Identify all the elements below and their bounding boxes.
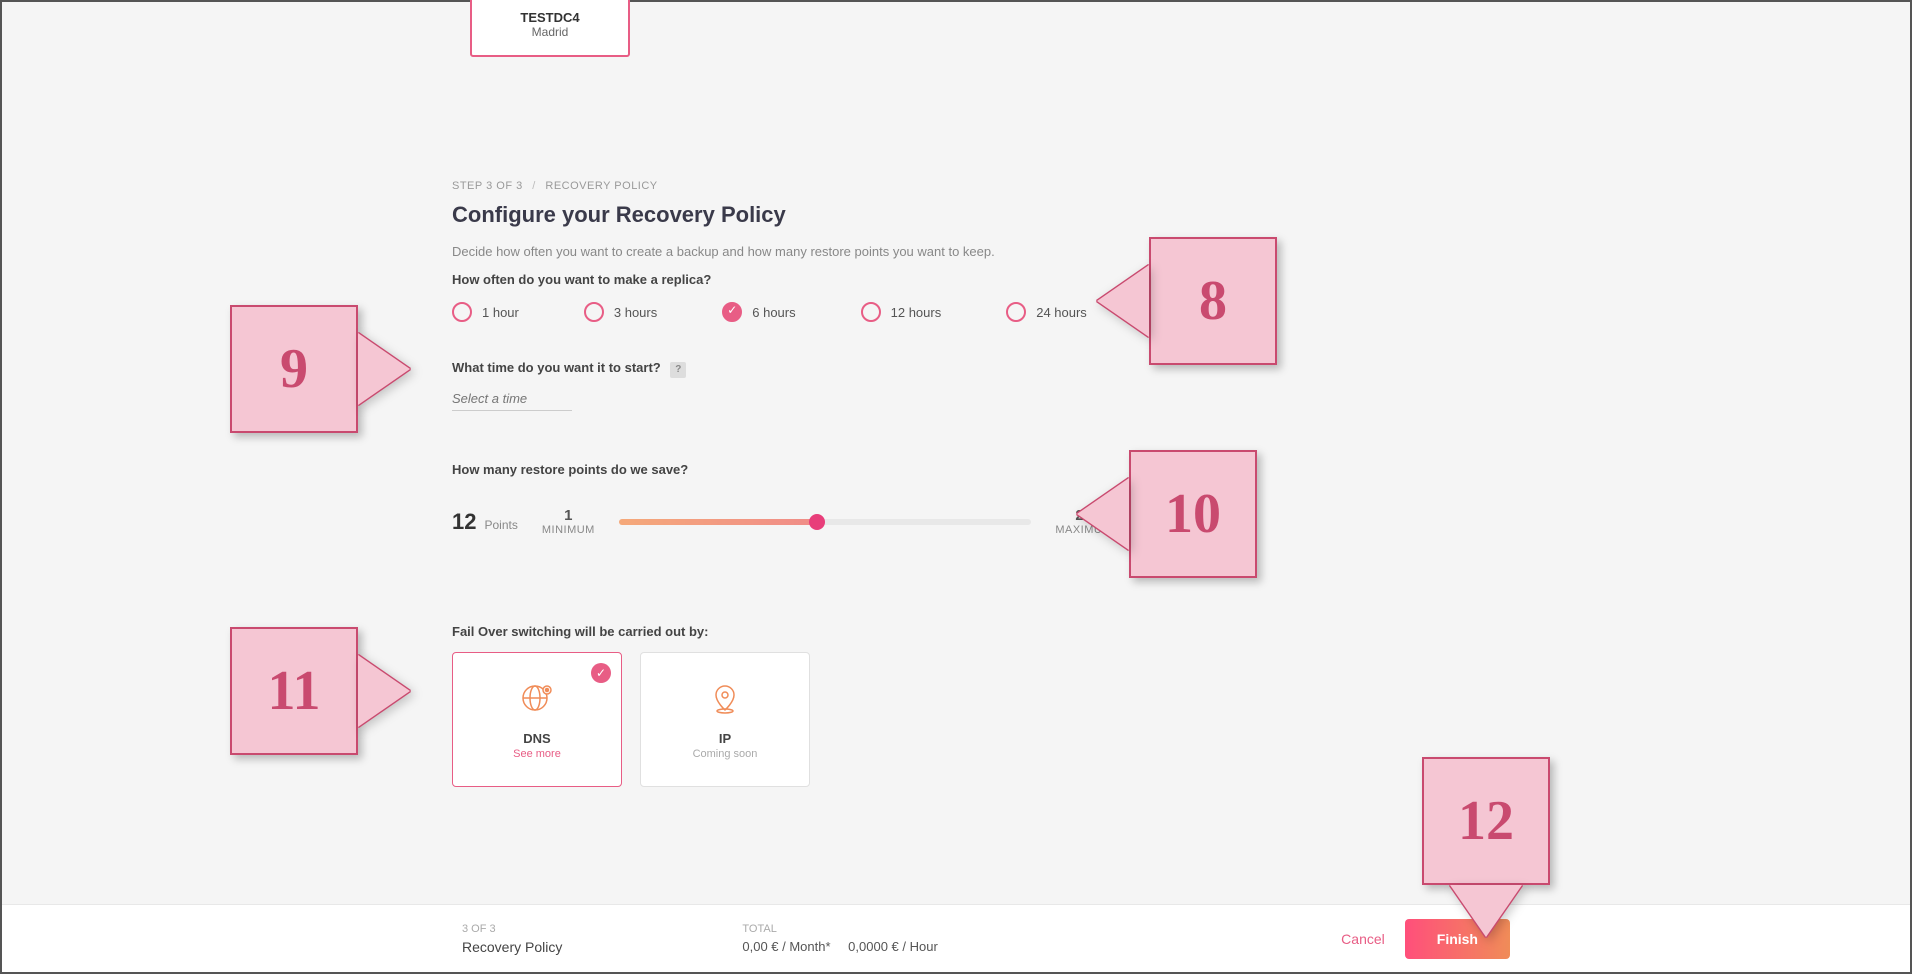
failover-options: ✓ DNS See more IP Coming soon: [452, 652, 810, 787]
footer-bar: 3 OF 3 Recovery Policy TOTAL 0,00 € / Mo…: [2, 904, 1910, 972]
finish-button[interactable]: Finish: [1405, 919, 1510, 959]
radio-6hours[interactable]: 6 hours: [722, 302, 795, 322]
cancel-button[interactable]: Cancel: [1341, 931, 1385, 947]
replica-question: How often do you want to make a replica?: [452, 272, 711, 287]
radio-icon: [861, 302, 881, 322]
failover-dns-card[interactable]: ✓ DNS See more: [452, 652, 622, 787]
dc-name: TESTDC4: [520, 10, 579, 25]
failover-ip-card: IP Coming soon: [640, 652, 810, 787]
failover-dns-title: DNS: [523, 731, 550, 746]
globe-icon: [519, 680, 555, 721]
price-hour: 0,0000 € / Hour: [848, 939, 938, 954]
footer-total-label: TOTAL: [742, 923, 937, 935]
radio-label: 12 hours: [891, 305, 942, 320]
radio-label: 1 hour: [482, 305, 519, 320]
breadcrumb-section: RECOVERY POLICY: [545, 180, 657, 192]
slider-fill: [619, 519, 817, 525]
restore-max-value: 24: [1075, 507, 1092, 524]
failover-question: Fail Over switching will be carried out …: [452, 624, 708, 639]
radio-24hours[interactable]: 24 hours: [1006, 302, 1087, 322]
time-select-input[interactable]: [452, 387, 572, 411]
restore-max: 24 MAXIMUM: [1055, 507, 1112, 536]
breadcrumb: STEP 3 OF 3 / RECOVERY POLICY: [452, 180, 658, 192]
footer-step: 3 OF 3 Recovery Policy: [462, 923, 562, 955]
radio-1hour[interactable]: 1 hour: [452, 302, 519, 322]
callout-8: 8: [1097, 237, 1277, 365]
radio-12hours[interactable]: 12 hours: [861, 302, 942, 322]
datacenter-card[interactable]: TESTDC4 Madrid: [470, 0, 630, 57]
footer-total: TOTAL 0,00 € / Month* 0,0000 € / Hour: [742, 923, 937, 954]
radio-3hours[interactable]: 3 hours: [584, 302, 657, 322]
restore-unit: Points: [484, 518, 517, 532]
slider-thumb[interactable]: [809, 514, 825, 530]
failover-ip-title: IP: [719, 731, 731, 746]
help-icon[interactable]: ?: [670, 362, 686, 378]
restore-slider[interactable]: [619, 519, 1031, 525]
failover-ip-coming: Coming soon: [693, 748, 758, 760]
failover-dns-seemore[interactable]: See more: [513, 748, 561, 760]
radio-label: 24 hours: [1036, 305, 1087, 320]
pin-icon: [707, 680, 743, 721]
restore-count: 12: [452, 509, 476, 535]
footer-step-name: Recovery Policy: [462, 939, 562, 955]
radio-label: 3 hours: [614, 305, 657, 320]
footer-step-count: 3 OF 3: [462, 923, 562, 935]
footer-actions: Cancel Finish: [1341, 919, 1510, 959]
radio-icon: [452, 302, 472, 322]
replica-options: 1 hour 3 hours 6 hours 12 hours 24 hours: [452, 302, 1087, 322]
price-month: 0,00 € / Month*: [742, 939, 830, 954]
radio-icon: [584, 302, 604, 322]
restore-min-value: 1: [564, 507, 572, 524]
radio-icon-checked: [722, 302, 742, 322]
page-title: Configure your Recovery Policy: [452, 202, 786, 228]
restore-min: 1 MINIMUM: [542, 507, 595, 536]
start-time-question: What time do you want it to start? ?: [452, 360, 686, 378]
breadcrumb-separator: /: [532, 180, 536, 192]
footer-prices: 0,00 € / Month* 0,0000 € / Hour: [742, 939, 937, 954]
restore-max-label: MAXIMUM: [1055, 524, 1112, 536]
page-description: Decide how often you want to create a ba…: [452, 244, 995, 259]
restore-min-label: MINIMUM: [542, 524, 595, 536]
restore-value: 12 Points: [452, 509, 518, 535]
radio-icon: [1006, 302, 1026, 322]
restore-question: How many restore points do we save?: [452, 462, 688, 477]
start-time-label: What time do you want it to start?: [452, 360, 661, 375]
restore-slider-area: 12 Points 1 MINIMUM 24 MAXIMUM: [452, 507, 1112, 536]
callout-9: 9: [230, 305, 410, 433]
callout-11: 11: [230, 627, 410, 755]
breadcrumb-step: STEP 3 OF 3: [452, 180, 523, 192]
dc-location: Madrid: [532, 25, 569, 39]
radio-label: 6 hours: [752, 305, 795, 320]
check-icon: ✓: [591, 663, 611, 683]
